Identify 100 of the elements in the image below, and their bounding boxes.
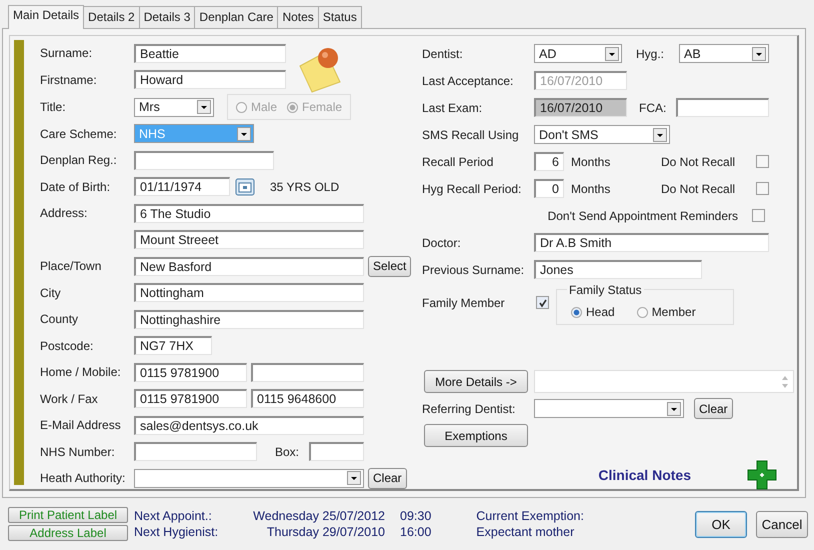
tab[interactable]: Details 3 (138, 6, 196, 28)
dialog-button[interactable]: Cancel (756, 510, 808, 538)
input-field[interactable]: 0115 9648600 (251, 389, 364, 408)
caret-icon (237, 126, 251, 141)
exemption-value: Expectant mother (476, 525, 576, 539)
tab[interactable]: Denplan Care (194, 6, 278, 28)
dropdown[interactable] (134, 468, 364, 488)
input-field[interactable]: Beattie (134, 44, 286, 63)
input-field[interactable]: 16/07/2010 (534, 98, 627, 117)
input-field[interactable] (134, 150, 274, 170)
dropdown[interactable]: AD (534, 44, 622, 63)
field-label: Title: (40, 100, 67, 114)
label-button[interactable]: Print Patient Label (8, 507, 128, 523)
input-field[interactable]: NG7 7HX (134, 336, 212, 356)
field-label: City (40, 286, 62, 300)
tab[interactable]: Status (318, 6, 362, 28)
select-button[interactable]: Select (368, 256, 412, 277)
field-label: Last Exam: (422, 100, 484, 114)
field-label: Hyg.: (636, 46, 666, 60)
caret-icon (605, 46, 619, 60)
caret-icon (347, 471, 361, 486)
calendar-icon[interactable] (235, 178, 255, 196)
input-field[interactable]: Jones (534, 260, 702, 279)
input-field[interactable] (251, 362, 364, 382)
field-label: Referring Dentist: (422, 402, 516, 416)
input-field[interactable]: 6 The Studio (134, 204, 364, 223)
appointment-date: Thursday 29/07/2010 (266, 525, 385, 539)
field-label: Postcode: (40, 338, 94, 353)
caret-icon (752, 46, 766, 60)
field-label: Denplan Reg.: (40, 153, 118, 168)
input-field[interactable]: 01/11/1974 (134, 177, 230, 196)
field-label: Previous Surname: (422, 262, 526, 276)
appointment-label: Next Appoint.: (134, 509, 213, 523)
checkbox-label: Family Member (422, 296, 506, 310)
checkbox-label: Do Not Recall (661, 154, 736, 168)
tab[interactable]: Details 2 (83, 6, 140, 28)
dropdown[interactable]: Don't SMS (534, 125, 670, 144)
field-label: Hyg Recall Period: (422, 182, 522, 196)
field-label: Work / Fax (40, 392, 99, 406)
input-field[interactable]: Nottinghashire (134, 310, 364, 329)
clear-button[interactable]: Clear (694, 398, 733, 419)
more-details-button[interactable]: More Details -> (424, 370, 528, 393)
input-field[interactable] (134, 442, 257, 462)
radio-button[interactable]: Member (636, 305, 696, 319)
field-label: Firstname: (40, 72, 98, 87)
input-field[interactable]: Nottingham (134, 283, 364, 302)
appointment-date: Wednesday 25/07/2012 (252, 509, 385, 523)
input-field[interactable]: 0 (534, 179, 564, 198)
medical-cross-icon[interactable] (747, 460, 777, 490)
field-label: Recall Period (422, 154, 494, 168)
field-label: Box: (275, 444, 300, 459)
checkbox[interactable] (752, 209, 765, 222)
exemption-label: Current Exemption: (476, 509, 584, 523)
input-field[interactable]: New Basford (134, 256, 364, 276)
clear-button[interactable]: Clear (368, 468, 407, 489)
field-label: County (40, 312, 80, 326)
field-label: Doctor: (422, 236, 462, 250)
appointment-time: 16:00 (400, 525, 432, 539)
field-label: SMS Recall Using (422, 128, 520, 142)
input-field[interactable]: 0115 9781900 (134, 389, 247, 408)
appointment-time: 09:30 (400, 509, 432, 523)
age-text: 35 YRS OLD (270, 180, 340, 194)
checkbox[interactable] (756, 155, 769, 168)
unit-label: Months (571, 182, 612, 196)
input-field[interactable]: sales@dentsys.co.uk (134, 416, 364, 435)
input-field[interactable] (676, 98, 769, 117)
radio-button[interactable]: Head (571, 305, 615, 319)
caret-icon (197, 100, 211, 114)
dropdown[interactable]: Mrs (134, 98, 214, 117)
label-button[interactable]: Address Label (8, 525, 128, 541)
dropdown[interactable]: AB (679, 44, 769, 63)
exemptions-button[interactable]: Exemptions (424, 424, 528, 447)
field-label: Last Acceptance: (422, 74, 514, 88)
dropdown[interactable] (534, 399, 684, 418)
input-field[interactable]: Dr A.B Smith (534, 233, 769, 252)
input-field[interactable]: Howard (134, 70, 286, 90)
input-field[interactable]: 0115 9781900 (134, 362, 247, 382)
caret-icon (667, 402, 681, 416)
input-field[interactable] (309, 442, 364, 462)
input-field[interactable]: 6 (534, 152, 564, 171)
tab[interactable]: Main Details (8, 5, 84, 29)
caret-icon (653, 128, 667, 142)
checkbox-label: Don't Send Appointment Reminders (548, 208, 738, 222)
field-label: E-Mail Address (40, 418, 122, 432)
field-label: Care Scheme: (40, 126, 118, 141)
field-label: Address: (40, 206, 88, 220)
field-label: NHS Number: (40, 444, 116, 459)
checkbox[interactable] (536, 296, 549, 309)
field-label: Heath Authority: (40, 471, 126, 486)
checkbox[interactable] (756, 182, 769, 195)
tab[interactable]: Notes (277, 6, 319, 28)
clinical-notes-link[interactable]: Clinical Notes (598, 466, 691, 482)
group-title: Family Status (567, 283, 644, 297)
input-field[interactable]: Mount Streeet (134, 230, 364, 250)
field-label: Dentist: (422, 46, 464, 60)
dialog-button[interactable]: OK (695, 510, 747, 538)
scroll-arrows-icon[interactable] (781, 374, 789, 390)
field-label: Date of Birth: (40, 180, 112, 194)
unit-label: Months (571, 154, 612, 168)
field-label: FCA: (639, 100, 668, 114)
